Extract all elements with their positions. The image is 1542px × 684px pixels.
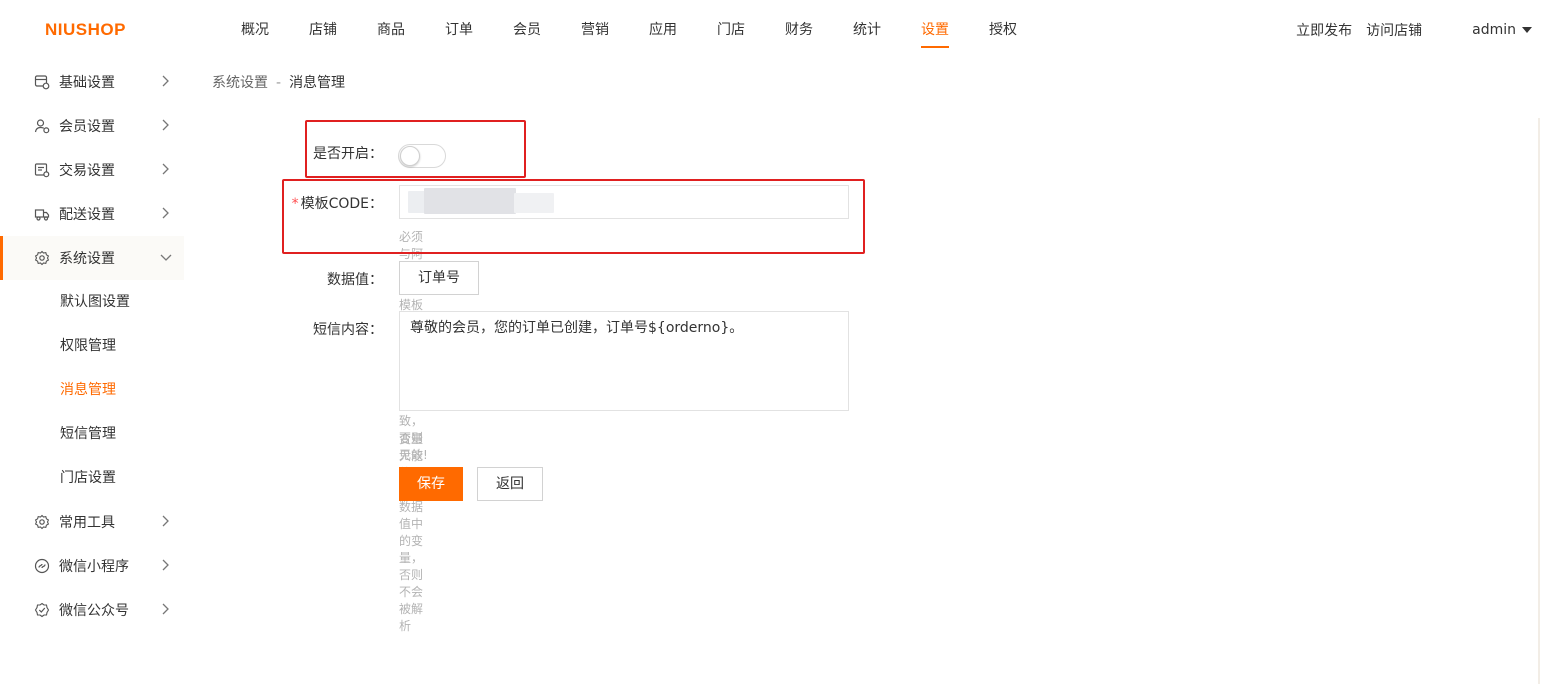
user-name: admin xyxy=(1472,22,1516,38)
chevron-right-icon xyxy=(162,559,169,571)
nav-members[interactable]: 会员 xyxy=(493,0,561,60)
data-value-label: 数据值： xyxy=(327,272,383,288)
submenu-permissions[interactable]: 权限管理 xyxy=(0,324,184,368)
redacted-value xyxy=(514,193,554,213)
user-menu[interactable]: admin xyxy=(1472,22,1532,38)
settings-grid-icon xyxy=(34,74,50,90)
user-gear-icon xyxy=(34,118,50,134)
nav-store[interactable]: 店铺 xyxy=(289,0,357,60)
gear-icon xyxy=(34,514,50,530)
mini-program-icon xyxy=(34,558,50,574)
sidebar-item-wechat-mini-program[interactable]: 微信小程序 xyxy=(0,544,184,588)
enable-label: 是否开启： xyxy=(313,146,383,162)
sidebar-item-wechat-official-account[interactable]: 微信公众号 xyxy=(0,588,184,632)
sidebar-item-common-tools[interactable]: 常用工具 xyxy=(0,500,184,544)
enable-toggle[interactable] xyxy=(398,144,446,168)
redacted-value xyxy=(424,188,516,214)
submenu-message-management[interactable]: 消息管理 xyxy=(0,368,184,412)
nav-stats[interactable]: 统计 xyxy=(833,0,901,60)
header-actions: 立即发布 访问店铺 admin xyxy=(1296,0,1542,60)
chevron-right-icon xyxy=(162,163,169,175)
chevron-down-icon xyxy=(160,254,172,261)
chevron-right-icon xyxy=(162,603,169,615)
breadcrumb: 系统设置 - 消息管理 xyxy=(212,72,345,92)
chevron-right-icon xyxy=(162,515,169,527)
nav-outlets[interactable]: 门店 xyxy=(697,0,765,60)
breadcrumb-parent[interactable]: 系统设置 xyxy=(212,75,268,91)
nav-goods[interactable]: 商品 xyxy=(357,0,425,60)
sidebar-item-system-settings[interactable]: 系统设置 xyxy=(0,236,184,280)
check-badge-icon xyxy=(34,602,50,618)
nav-overview[interactable]: 概况 xyxy=(221,0,289,60)
nav-orders[interactable]: 订单 xyxy=(425,0,493,60)
gear-icon xyxy=(34,250,50,266)
visit-store-link[interactable]: 访问店铺 xyxy=(1366,20,1422,40)
niushop-logo[interactable]: NIUSHOP xyxy=(45,20,126,40)
truck-icon xyxy=(34,206,50,222)
order-number-tag-button[interactable]: 订单号 xyxy=(399,261,479,295)
sidebar-item-label: 基础设置 xyxy=(59,75,115,91)
submenu-default-image[interactable]: 默认图设置 xyxy=(0,280,184,324)
chevron-right-icon xyxy=(162,75,169,87)
content-right-edge xyxy=(1538,118,1540,684)
sidebar-item-member-settings[interactable]: 会员设置 xyxy=(0,104,184,148)
chevron-right-icon xyxy=(162,119,169,131)
chevron-right-icon xyxy=(162,207,169,219)
save-button[interactable]: 保存 xyxy=(399,467,463,501)
nav-finance[interactable]: 财务 xyxy=(765,0,833,60)
template-code-label: * 模板CODE： xyxy=(213,193,383,213)
sidebar-item-basic-settings[interactable]: 基础设置 xyxy=(0,60,184,104)
template-code-label-text: 模板CODE： xyxy=(300,196,383,212)
sidebar-item-label: 微信小程序 xyxy=(59,559,129,575)
receipt-gear-icon xyxy=(34,162,50,178)
sidebar-item-label: 微信公众号 xyxy=(59,603,129,619)
sidebar-item-label: 交易设置 xyxy=(59,163,115,179)
breadcrumb-separator: - xyxy=(276,75,282,91)
back-button[interactable]: 返回 xyxy=(477,467,543,501)
sidebar: 基础设置 会员设置 交易设置 配送设置 系统设置 默认图设置 权限管理 消息管理… xyxy=(0,60,184,684)
top-navigation-bar: NIUSHOP 概况 店铺 商品 订单 会员 营销 应用 门店 财务 统计 设置… xyxy=(0,0,1542,60)
nav-settings[interactable]: 设置 xyxy=(901,0,969,60)
sidebar-item-label: 常用工具 xyxy=(59,515,115,531)
submenu-sms-management[interactable]: 短信管理 xyxy=(0,412,184,456)
toggle-knob xyxy=(400,146,420,166)
sidebar-item-label: 系统设置 xyxy=(59,251,115,267)
sms-content-label: 短信内容： xyxy=(313,322,383,338)
nav-authorization[interactable]: 授权 xyxy=(969,0,1037,60)
required-mark: * xyxy=(291,196,299,212)
nav-apps[interactable]: 应用 xyxy=(629,0,697,60)
breadcrumb-current: 消息管理 xyxy=(289,75,346,91)
main-nav: 概况 店铺 商品 订单 会员 营销 应用 门店 财务 统计 设置 授权 xyxy=(221,0,1037,60)
submenu-store-settings[interactable]: 门店设置 xyxy=(0,456,184,500)
publish-link[interactable]: 立即发布 xyxy=(1296,20,1352,40)
sms-content-hint: 变量只能使用上方数据值中的变量，否则不会被解析 xyxy=(399,432,424,633)
caret-down-icon xyxy=(1522,27,1532,33)
sidebar-item-label: 配送设置 xyxy=(59,207,115,223)
sms-content-textarea[interactable]: 尊敬的会员，您的订单已创建，订单号${orderno}。 xyxy=(399,311,849,411)
sidebar-item-label: 会员设置 xyxy=(59,119,115,135)
nav-marketing[interactable]: 营销 xyxy=(561,0,629,60)
sidebar-item-trade-settings[interactable]: 交易设置 xyxy=(0,148,184,192)
sidebar-item-delivery-settings[interactable]: 配送设置 xyxy=(0,192,184,236)
